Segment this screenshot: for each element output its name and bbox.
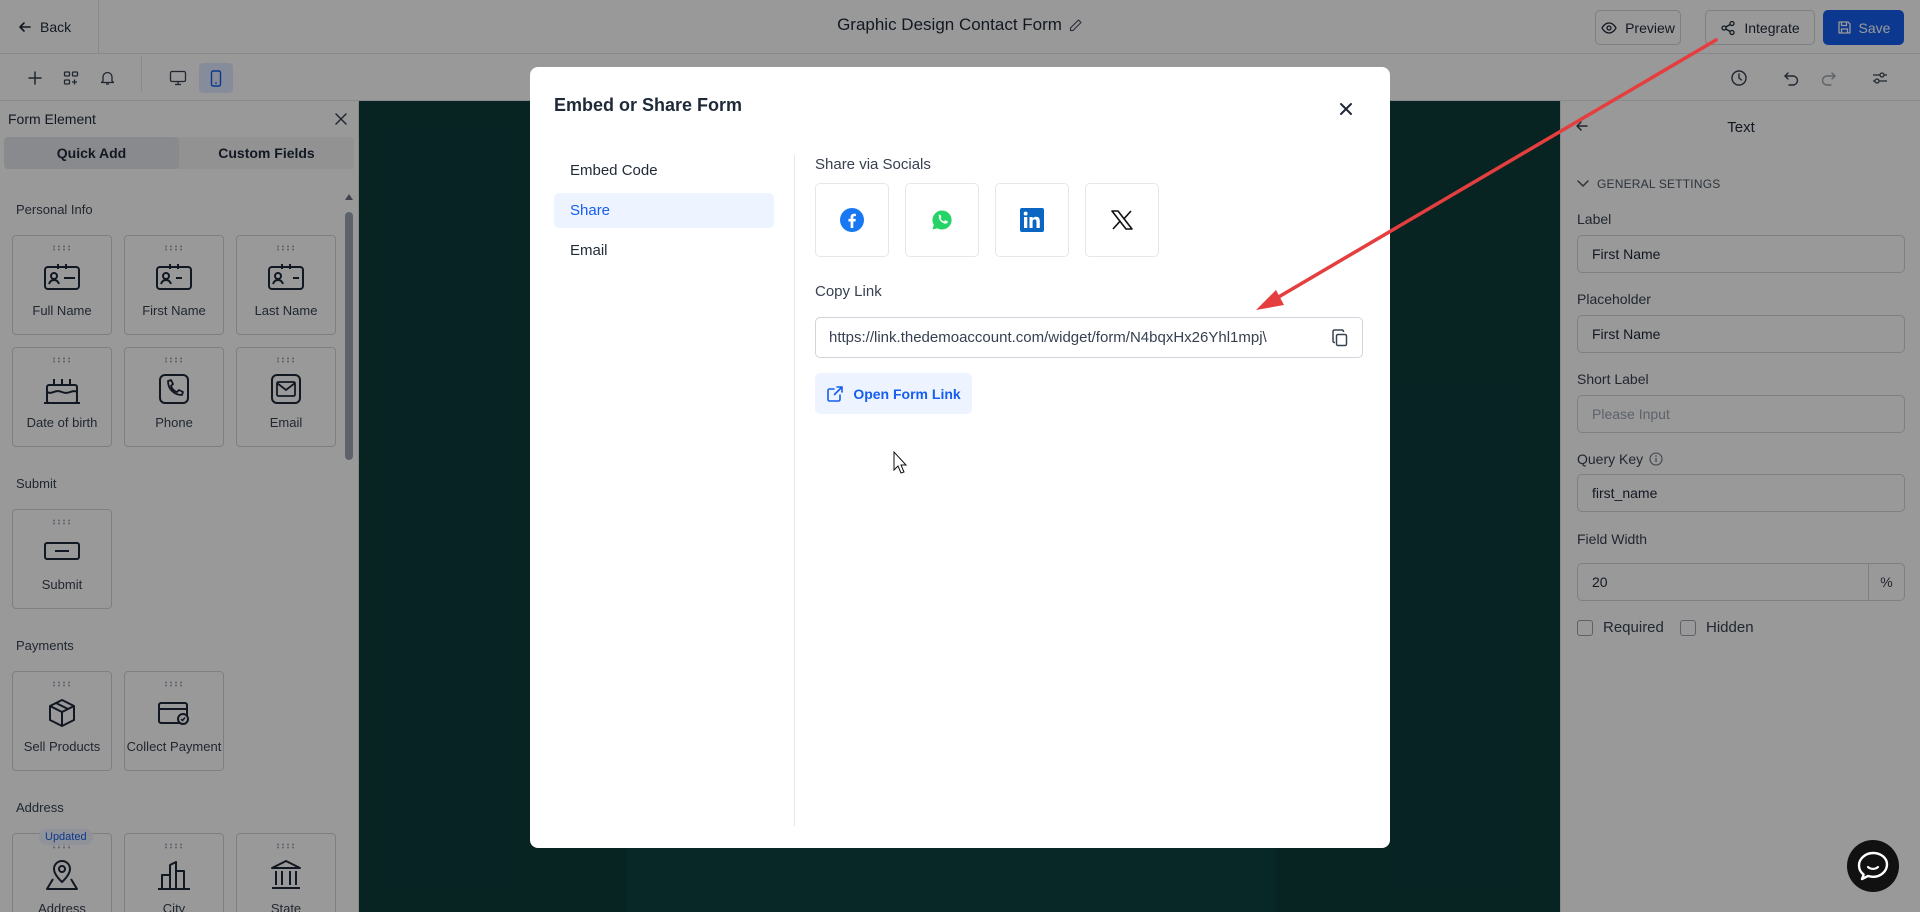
form-link-url[interactable]: https://link.thedemoaccount.com/widget/f… bbox=[829, 329, 1309, 346]
whatsapp-icon bbox=[932, 210, 952, 230]
nav-share[interactable]: Share bbox=[554, 193, 774, 228]
modal-nav: Embed Code Share Email bbox=[554, 153, 774, 273]
x-logo-icon bbox=[1111, 210, 1133, 230]
share-x-button[interactable] bbox=[1085, 183, 1159, 257]
chat-bubble-icon bbox=[1857, 851, 1889, 881]
share-linkedin-button[interactable] bbox=[995, 183, 1069, 257]
open-form-link-button[interactable]: Open Form Link bbox=[815, 373, 972, 414]
close-icon bbox=[1340, 103, 1352, 115]
modal-divider bbox=[794, 155, 795, 826]
share-facebook-button[interactable] bbox=[815, 183, 889, 257]
form-link-field[interactable]: https://link.thedemoaccount.com/widget/f… bbox=[815, 317, 1363, 358]
open-form-link-label: Open Form Link bbox=[853, 385, 961, 402]
copy-link-title: Copy Link bbox=[815, 283, 882, 300]
modal-title: Embed or Share Form bbox=[554, 95, 743, 115]
external-link-icon bbox=[827, 385, 844, 402]
support-chat-button[interactable] bbox=[1847, 840, 1899, 892]
modal-close-button[interactable] bbox=[1334, 97, 1358, 121]
nav-embed-code[interactable]: Embed Code bbox=[554, 153, 774, 188]
nav-email[interactable]: Email bbox=[554, 233, 774, 268]
embed-share-modal: Embed or Share Form Embed Code Share Ema… bbox=[530, 67, 1390, 848]
share-whatsapp-button[interactable] bbox=[905, 183, 979, 257]
share-socials-title: Share via Socials bbox=[815, 156, 931, 173]
copy-icon[interactable] bbox=[1330, 328, 1350, 348]
facebook-icon bbox=[840, 208, 864, 232]
linkedin-icon bbox=[1020, 208, 1044, 232]
